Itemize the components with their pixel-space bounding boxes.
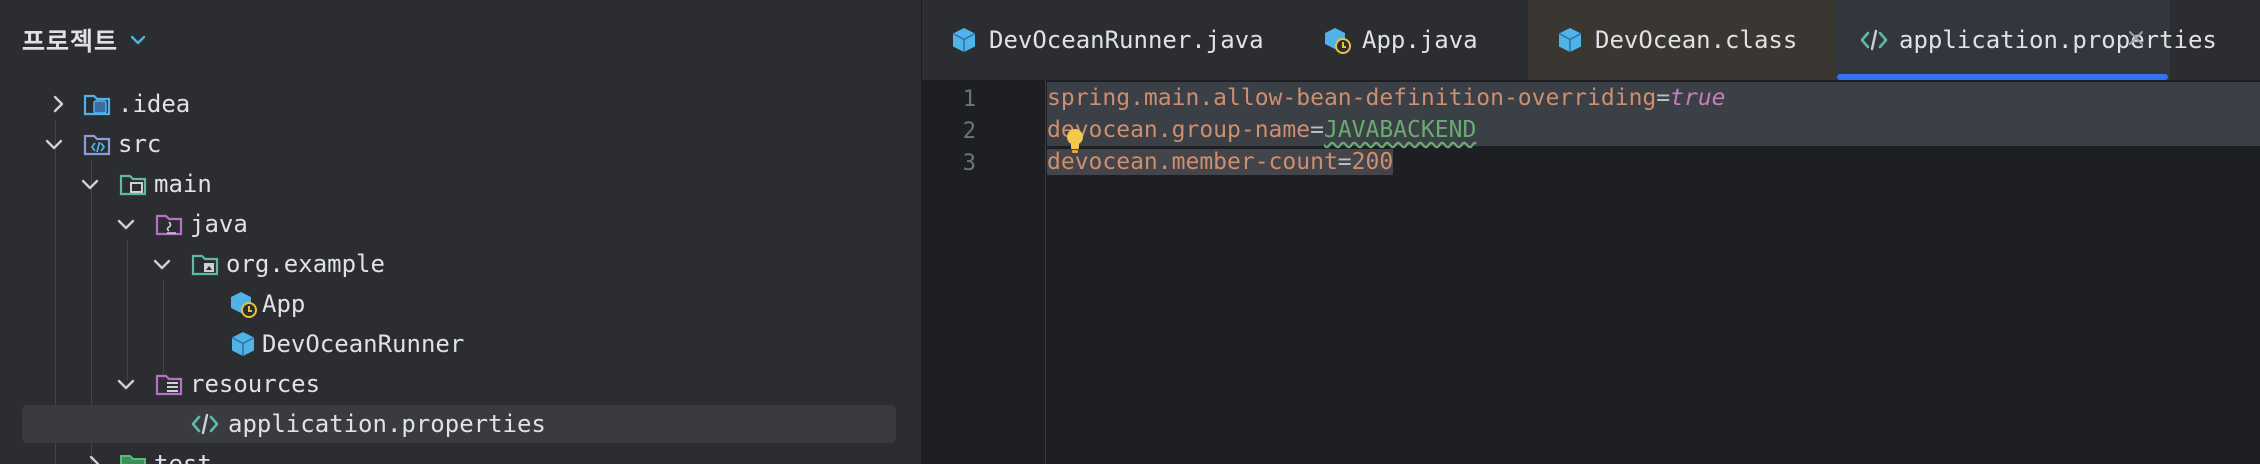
java-source-folder-icon: [155, 214, 183, 236]
line-number: 2: [962, 119, 976, 144]
property-separator: =: [1337, 149, 1352, 175]
tab-devoceanrunner-java[interactable]: DevOceanRunner.java: [949, 0, 1289, 80]
source-folder-icon: [83, 134, 111, 156]
resources-folder-icon: [155, 374, 183, 396]
chevron-down-icon[interactable]: [128, 30, 148, 50]
project-title[interactable]: 프로젝트: [22, 22, 118, 58]
chevron-down-icon[interactable]: [114, 372, 138, 396]
properties-file-icon: [1860, 29, 1888, 51]
line-number-gutter: 1 2 3: [921, 80, 1046, 464]
tree-item-src[interactable]: src: [22, 125, 896, 163]
java-class-runnable-icon: [1325, 28, 1351, 54]
chevron-down-icon[interactable]: [78, 172, 102, 196]
tree-item-main[interactable]: main: [22, 165, 896, 203]
chevron-right-icon[interactable]: [82, 452, 106, 464]
tree-item-label: App: [262, 290, 306, 318]
tree-item-org-example[interactable]: org.example: [22, 245, 896, 283]
tree-item-label: .idea: [118, 90, 191, 118]
property-value: JAVABACKEND: [1323, 117, 1477, 143]
tree-item-app[interactable]: App: [22, 285, 896, 323]
chevron-down-icon[interactable]: [114, 212, 138, 236]
module-folder-icon: [119, 174, 147, 196]
tree-item-label: application.properties: [228, 410, 546, 438]
tree-item-label: java: [190, 210, 248, 238]
tree-item-label: main: [154, 170, 212, 198]
tree-item-label: src: [118, 130, 162, 158]
tree-item-label: resources: [190, 370, 321, 398]
tree-item-label: DevOceanRunner: [262, 330, 465, 358]
close-icon[interactable]: [2124, 26, 2148, 50]
java-class-icon: [231, 332, 255, 356]
tab-application-properties[interactable]: application.properties: [1835, 0, 2217, 80]
tree-item-label: org.example: [226, 250, 385, 278]
tab-label: application.properties: [1899, 26, 2217, 54]
test-folder-icon: [120, 455, 146, 464]
property-value: true: [1670, 85, 1726, 111]
property-value: 200: [1351, 149, 1394, 175]
java-class-runnable-icon: [231, 292, 257, 318]
code-line[interactable]: spring.main.allow-bean-definition-overri…: [1047, 82, 2260, 114]
tree-item-java[interactable]: java: [22, 205, 896, 243]
chevron-down-icon[interactable]: [150, 252, 174, 276]
code-editor[interactable]: 1 2 3 spring.main.allow-bean-definition-…: [921, 80, 2260, 464]
code-line[interactable]: devocean.group-name=JAVABACKEND: [1047, 114, 2260, 146]
tab-devocean-class[interactable]: DevOcean.class: [1528, 0, 1835, 80]
editor-tab-bar: DevOceanRunner.java App.java DevOcean.cl…: [921, 0, 2260, 80]
tree-item-devoceanrunner[interactable]: DevOceanRunner: [22, 325, 896, 363]
idea-folder-icon: [83, 94, 111, 116]
property-key: devocean.member-count: [1047, 149, 1338, 175]
line-number: 1: [962, 87, 976, 112]
tree-item-label: test: [154, 450, 212, 464]
property-key: spring.main.allow-bean-definition-overri…: [1047, 85, 1657, 111]
property-separator: =: [1656, 85, 1671, 111]
tab-label: DevOcean.class: [1595, 26, 1798, 54]
code-area[interactable]: spring.main.allow-bean-definition-overri…: [1047, 80, 2260, 464]
tab-label: App.java: [1362, 26, 1478, 54]
chevron-right-icon[interactable]: [46, 92, 70, 116]
java-class-icon: [1558, 28, 1582, 52]
tree-item-application-properties[interactable]: application.properties: [22, 405, 896, 443]
properties-file-icon: [191, 413, 219, 435]
chevron-down-icon[interactable]: [42, 132, 66, 156]
tab-label: DevOceanRunner.java: [989, 26, 1264, 54]
tree-item-idea[interactable]: .idea: [22, 85, 896, 123]
tree-item-resources[interactable]: resources: [22, 365, 896, 403]
tree-item-test[interactable]: test: [22, 445, 896, 464]
project-tool-window: 프로젝트 .idea src main java org.example App…: [0, 0, 921, 464]
line-number: 3: [962, 151, 976, 176]
code-line[interactable]: devocean.member-count=200: [1047, 146, 2260, 178]
java-class-icon: [952, 28, 976, 52]
ide-window: 프로젝트 .idea src main java org.example App…: [0, 0, 2260, 464]
lightbulb-icon[interactable]: [1062, 126, 1088, 158]
property-separator: =: [1310, 117, 1324, 143]
tab-app-java[interactable]: App.java: [1322, 0, 1522, 80]
project-header[interactable]: 프로젝트: [0, 0, 921, 80]
package-icon: [191, 254, 219, 276]
